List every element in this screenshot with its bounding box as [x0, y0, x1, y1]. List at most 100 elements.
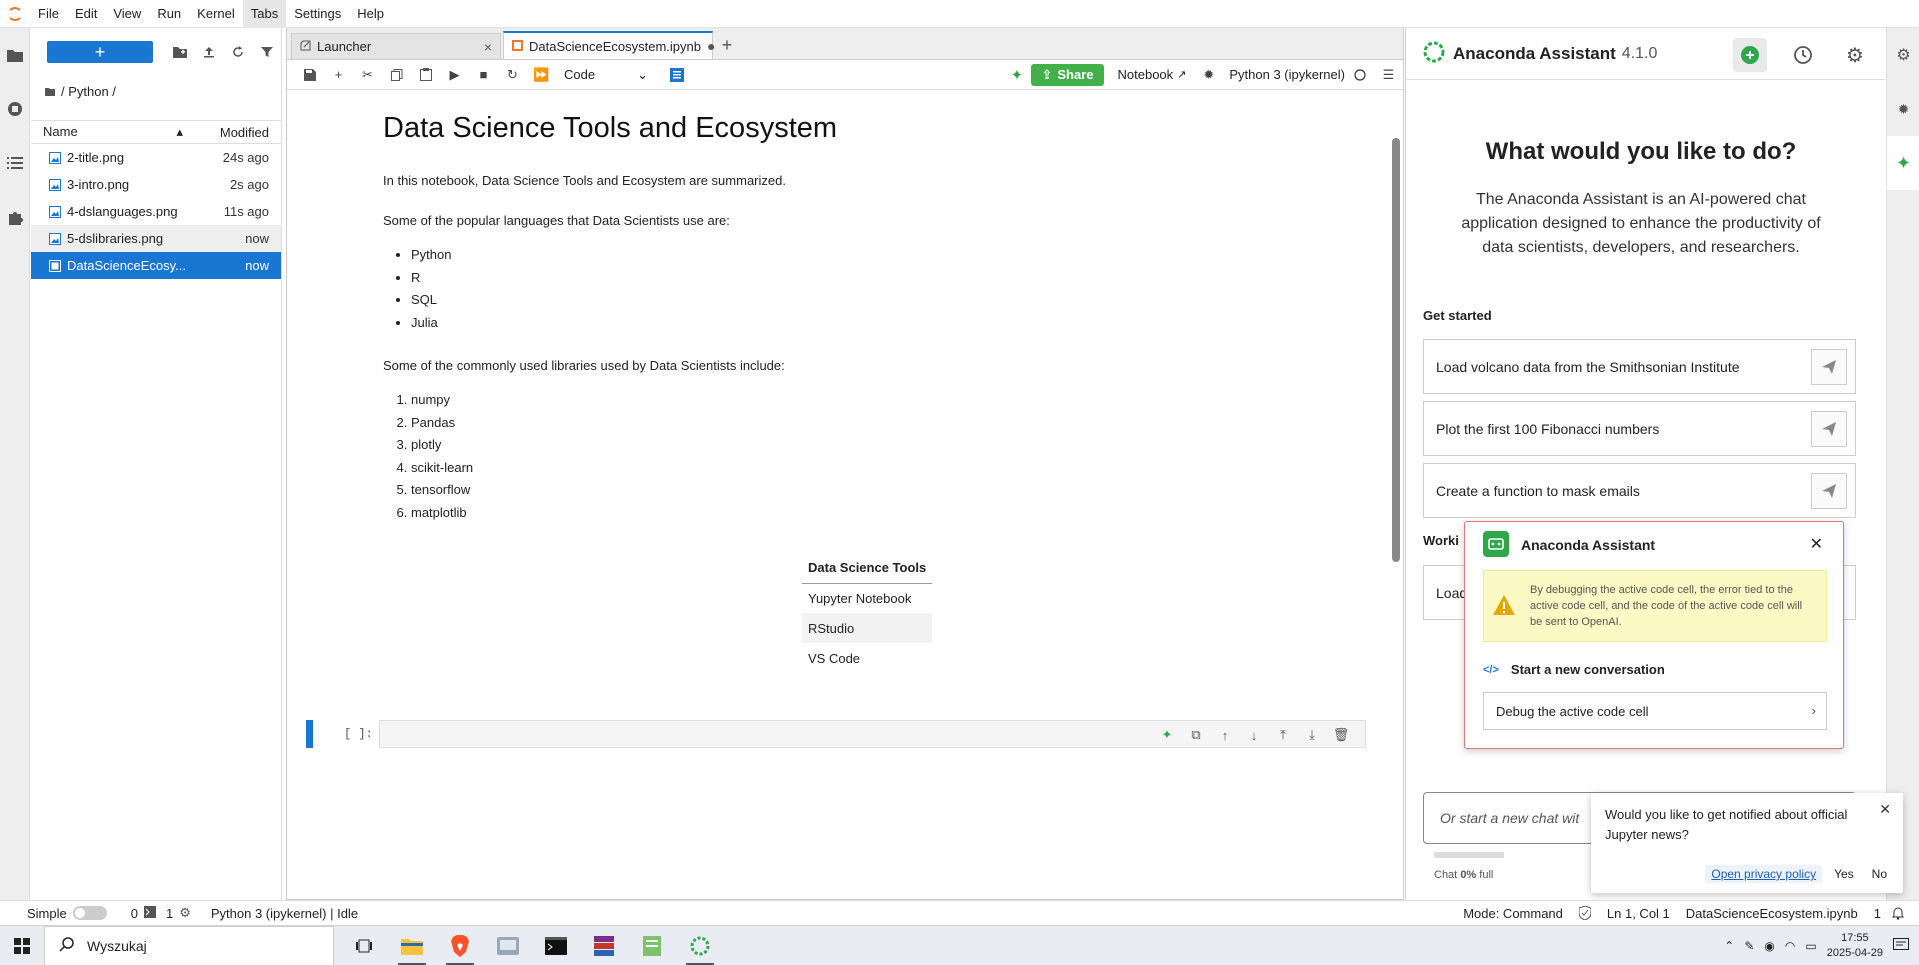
notepad-icon[interactable]: [628, 926, 676, 965]
brave-browser-icon[interactable]: [436, 926, 484, 965]
close-icon[interactable]: ×: [484, 39, 492, 55]
menu-help[interactable]: Help: [349, 0, 392, 28]
new-chat-icon[interactable]: [1733, 38, 1767, 72]
upload-icon[interactable]: [194, 40, 223, 64]
code-editor[interactable]: ✦ ⧉ ↑ ↓ ⤒ ⤓ 🗑: [379, 720, 1366, 748]
file-row[interactable]: 3-intro.png 2s ago: [31, 171, 281, 198]
new-folder-icon[interactable]: [165, 40, 194, 64]
winrar-icon[interactable]: [580, 926, 628, 965]
extensions-icon[interactable]: [0, 190, 30, 244]
menu-run[interactable]: Run: [149, 0, 189, 28]
filter-icon[interactable]: [252, 40, 281, 64]
terminal-app-icon[interactable]: [532, 926, 580, 965]
refresh-icon[interactable]: [223, 40, 252, 64]
tab-notebook[interactable]: DataScienceEcosystem.ipynb ●: [503, 31, 715, 59]
suggestion-item[interactable]: Load volcano data from the Smithsonian I…: [1423, 339, 1856, 394]
cut-icon[interactable]: ✂: [353, 67, 382, 83]
menu-settings[interactable]: Settings: [286, 0, 349, 28]
debugger-icon[interactable]: ✹: [1887, 82, 1919, 136]
cell-type-select[interactable]: Code ⌄: [556, 67, 656, 83]
windows-start-icon[interactable]: [0, 926, 44, 965]
folder-icon[interactable]: [0, 28, 30, 82]
file-row[interactable]: 4-dslanguages.png 11s ago: [31, 198, 281, 225]
markdown-cell[interactable]: Data Science Tools and Ecosystem: [383, 112, 1183, 145]
menu-icon[interactable]: ☰: [1374, 67, 1403, 83]
file-row[interactable]: 2-title.png 24s ago: [31, 144, 281, 171]
wifi-icon[interactable]: ◠: [1785, 939, 1795, 953]
history-icon[interactable]: [1786, 38, 1820, 72]
ai-sparkle-icon[interactable]: ✦: [1002, 66, 1031, 84]
gear-icon[interactable]: ⚙: [1838, 38, 1872, 72]
share-button[interactable]: ⇪ Share: [1031, 63, 1104, 86]
file-row[interactable]: 5-dslibraries.png now: [31, 225, 281, 252]
notification-count[interactable]: 1: [1874, 906, 1881, 921]
send-icon[interactable]: [1811, 411, 1847, 447]
task-view-icon[interactable]: [340, 926, 388, 965]
suggestion-item[interactable]: Create a function to mask emails: [1423, 463, 1856, 518]
column-name[interactable]: Name ▴: [31, 124, 201, 140]
code-cell[interactable]: [ ]: ✦ ⧉ ↑ ↓ ⤒ ⤓ 🗑: [306, 720, 1366, 750]
toc-icon[interactable]: [0, 136, 30, 190]
property-inspector-icon[interactable]: ⚙: [1887, 28, 1919, 82]
yes-button[interactable]: Yes: [1828, 865, 1860, 883]
notification-center-icon[interactable]: [1893, 937, 1909, 955]
privacy-policy-link[interactable]: Open privacy policy: [1705, 865, 1823, 883]
menu-edit[interactable]: Edit: [67, 0, 105, 28]
close-icon[interactable]: ✕: [1810, 534, 1823, 554]
taskbar-search[interactable]: Wyszukaj: [44, 925, 334, 965]
kernel-status[interactable]: Python 3 (ipykernel) | Idle: [211, 906, 358, 921]
camera-icon[interactable]: ◉: [1764, 939, 1774, 953]
snipping-tool-icon[interactable]: [484, 926, 532, 965]
send-icon[interactable]: [1811, 349, 1847, 385]
column-modified[interactable]: Modified: [201, 125, 281, 140]
stop-icon[interactable]: ■: [469, 67, 498, 82]
add-tab-button[interactable]: +: [715, 33, 739, 57]
duplicate-cell-icon[interactable]: ⧉: [1186, 725, 1206, 745]
save-icon[interactable]: [295, 68, 324, 81]
scrollbar-thumb[interactable]: [1392, 138, 1400, 562]
move-down-icon[interactable]: ↓: [1244, 725, 1264, 745]
anaconda-app-icon[interactable]: [676, 926, 724, 965]
insert-above-icon[interactable]: ⤒: [1273, 725, 1293, 745]
table-of-contents-icon[interactable]: [662, 67, 691, 82]
fast-forward-icon[interactable]: ⏩: [527, 67, 556, 83]
kernel-name[interactable]: Python 3 (ipykernel): [1229, 67, 1345, 82]
restart-icon[interactable]: ↻: [498, 67, 527, 83]
cursor-position[interactable]: Ln 1, Col 1: [1607, 906, 1670, 921]
new-launcher-button[interactable]: +: [47, 41, 153, 63]
send-icon[interactable]: [1811, 473, 1847, 509]
suggestion-item[interactable]: Plot the first 100 Fibonacci numbers: [1423, 401, 1856, 456]
battery-icon[interactable]: ▭: [1805, 939, 1816, 953]
no-button[interactable]: No: [1866, 865, 1893, 883]
menu-kernel[interactable]: Kernel: [189, 0, 243, 28]
insert-cell-icon[interactable]: +: [324, 67, 353, 82]
ai-sparkle-icon[interactable]: ✦: [1157, 725, 1177, 745]
debugger-icon[interactable]: ✹: [1194, 67, 1223, 83]
pen-icon[interactable]: ✎: [1744, 939, 1754, 953]
debug-cell-button[interactable]: Debug the active code cell ›: [1483, 692, 1827, 730]
file-row-selected[interactable]: DataScienceEcosy... now: [31, 252, 281, 279]
running-icon[interactable]: [0, 82, 30, 136]
delete-cell-icon[interactable]: 🗑: [1331, 725, 1351, 745]
open-in-notebook-link[interactable]: Notebook ↗: [1118, 67, 1187, 82]
breadcrumb-path[interactable]: / Python /: [61, 84, 116, 99]
menu-file[interactable]: File: [30, 0, 67, 28]
simple-mode-toggle[interactable]: [72, 906, 107, 920]
run-icon[interactable]: ▶: [440, 67, 469, 83]
tab-launcher[interactable]: Launcher ×: [291, 33, 501, 59]
breadcrumb[interactable]: / Python /: [31, 76, 281, 106]
bell-icon[interactable]: [1891, 906, 1905, 920]
assistant-sparkle-icon[interactable]: ✦: [1887, 136, 1919, 190]
menu-view[interactable]: View: [105, 0, 149, 28]
paste-icon[interactable]: [411, 68, 440, 81]
file-explorer-icon[interactable]: [388, 926, 436, 965]
clock[interactable]: 17:55 2025-04-29: [1827, 931, 1883, 961]
menu-tabs[interactable]: Tabs: [242, 0, 287, 28]
close-icon[interactable]: ✕: [1879, 801, 1891, 818]
move-up-icon[interactable]: ↑: [1215, 725, 1235, 745]
insert-below-icon[interactable]: ⤓: [1302, 725, 1322, 745]
chevron-up-icon[interactable]: ⌃: [1724, 939, 1734, 953]
terminals-count[interactable]: 0: [131, 905, 156, 921]
copy-icon[interactable]: [382, 68, 411, 81]
kernels-count[interactable]: 1 ⚙: [166, 905, 191, 921]
